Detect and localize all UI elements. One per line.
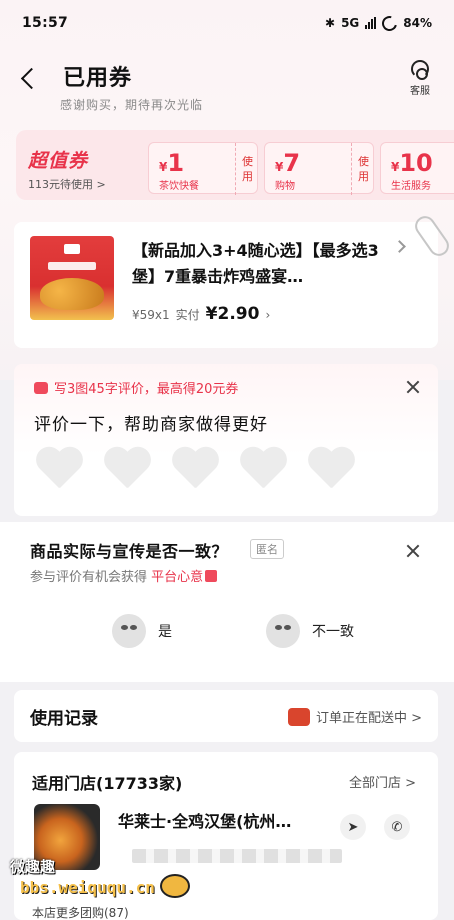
survey-hint-text: 参与评价有机会获得 [30,570,148,585]
more-deals-link[interactable]: 本店更多团购(87) [32,904,129,920]
paid-label: 实付 [175,308,200,322]
coupon-card[interactable]: ¥7 购物 使用 [264,142,374,195]
product-name: 【新品加入3+4随心选】【最多选3堡】7重暴击炸鸡盛宴… [132,241,379,286]
usage-title: 使用记录 [30,709,98,729]
coupon-use-button[interactable]: 使用 [351,143,373,195]
store-name[interactable]: 华莱士·全鸡汉堡(杭州… [118,808,291,832]
delivery-status-text: 订单正在配送中 > [315,711,422,726]
product-banner [48,262,96,270]
survey-question: 商品实际与宣传是否一致？ [30,542,229,561]
watermark-url: bbs.weiququ.cn [20,878,155,897]
customer-service-label: 客服 [410,86,430,97]
battery-level: 84% [403,16,432,30]
heart-icon[interactable] [306,448,356,494]
coupon-card[interactable]: ¥10 生活服务 [380,142,454,194]
navigation-icon[interactable]: ➤ [340,814,366,840]
survey-no-option[interactable]: 不一致 [266,614,354,648]
delivery-rider-icon [287,707,310,726]
bluetooth-icon: ✱ [325,16,336,30]
coupon-amount: 10 [399,149,433,177]
review-ask: 评价一下，帮助商家做得更好 [34,415,268,435]
stores-title: 适用门店(17733家) [32,774,183,793]
network-label: 5G [341,16,360,30]
unit-price: ¥59x1 [132,308,170,322]
signal-icon [365,17,377,29]
review-prompt[interactable]: 写3图45字评价，最高得20元券 [34,378,238,397]
coupon-amount: 7 [283,149,301,177]
heart-icon[interactable] [238,448,288,494]
blurred-address [132,849,342,863]
survey-yes-option[interactable]: 是 [112,614,172,648]
survey-hint: 参与评价有机会获得 平台心意 [30,566,218,585]
watermark-title: 微趣趣 [10,858,56,876]
happy-face-icon [112,614,146,648]
nav-header: 已用券 感谢购买，期待再次光临 客服 [0,56,454,116]
status-time: 15:57 [22,15,69,31]
review-prompt-text: 写3图45字评价，最高得20元券 [54,382,239,397]
all-stores-link[interactable]: 全部门店 > [349,772,416,791]
angry-face-icon [266,614,300,648]
coupon-brand: 超值券 [28,150,89,172]
chevron-right-icon: › [265,308,271,322]
review-card: 写3图45字评价，最高得20元券 评价一下，帮助商家做得更好 [14,364,438,516]
headset-icon [411,60,429,80]
status-icons: ✱ 5G 84% [325,12,432,34]
usage-record-card: 使用记录 订单正在配送中 > [14,690,438,742]
coupon-bar: 超值券 113元待使用 > ¥1 茶饮快餐 使用 ¥7 购物 使用 ¥10 生活… [16,130,454,200]
paid-amount: ¥2.90 [205,304,260,324]
heart-icon[interactable] [102,448,152,494]
back-arrow-icon[interactable] [18,64,42,94]
survey-hint-highlight: 平台心意 [151,570,204,585]
coupon-label: 购物 [275,181,295,192]
close-icon[interactable] [406,544,420,558]
heart-icon[interactable] [34,448,84,494]
coupon-label: 茶饮快餐 [159,181,199,192]
order-card[interactable]: 【新品加入3+4随心选】【最多选3堡】7重暴击炸鸡盛宴… ¥59x1 实付 ¥2… [14,222,438,348]
coupon-label: 生活服务 [391,181,431,192]
survey-no-label: 不一致 [312,624,354,640]
anonymous-tag: 匿名 [250,539,284,559]
comment-icon [34,381,48,394]
customer-service-button[interactable]: 客服 [404,60,436,97]
heart-icon[interactable] [170,448,220,494]
page-title: 已用券 [63,66,133,91]
survey-yes-label: 是 [158,624,172,640]
rating-hearts [34,448,356,494]
price-row[interactable]: ¥59x1 实付 ¥2.90 › [132,304,270,324]
status-bar: 15:57 ✱ 5G 84% [0,0,454,46]
page-subtitle: 感谢购买，期待再次光临 [60,98,204,112]
battery-icon [379,12,401,34]
survey-card: 商品实际与宣传是否一致？ 匿名 参与评价有机会获得 平台心意 是 不一致 [0,522,454,682]
coupon-use-button[interactable]: 使用 [235,143,257,195]
watermark-mascot [160,874,190,898]
coupon-amount: 1 [167,149,185,177]
fried-chicken-image [40,278,104,310]
available-coupons-link[interactable]: 113元待使用 > [28,176,106,192]
coupon-card[interactable]: ¥1 茶饮快餐 使用 [148,142,258,195]
delivery-status-link[interactable]: 订单正在配送中 > [287,707,422,726]
phone-icon[interactable]: ✆ [384,814,410,840]
close-icon[interactable] [406,380,420,394]
gift-icon [205,570,218,582]
chevron-right-icon [393,240,406,253]
product-image [30,236,114,320]
brand-logo-icon [64,244,80,254]
